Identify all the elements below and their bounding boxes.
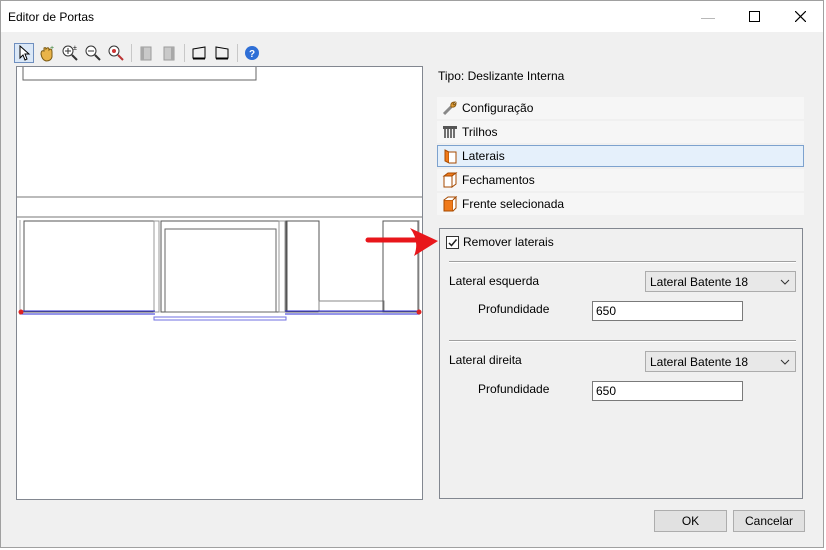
- remover-laterais-checkbox[interactable]: [446, 236, 459, 249]
- lateral-esquerda-label: Lateral esquerda: [449, 274, 540, 288]
- select-arrow-icon: [19, 45, 31, 61]
- separator-line: [449, 261, 796, 263]
- lateral-direita-value: Lateral Batente 18: [650, 354, 749, 369]
- rail-lower: [153, 316, 287, 321]
- ok-button[interactable]: OK: [654, 510, 727, 532]
- closing-panel-icon: [442, 172, 458, 188]
- section-nav: Configuração Trilhos Laterais Fechamento…: [437, 97, 804, 217]
- select-tool-button[interactable]: [14, 43, 34, 63]
- minimize-icon: —: [701, 8, 715, 25]
- lateral-esquerda-value: Lateral Batente 18: [650, 274, 749, 289]
- toolbar-separator: [184, 44, 185, 62]
- rail-end-right: [416, 309, 422, 315]
- nav-label: Laterais: [462, 149, 505, 163]
- remover-laterais-label[interactable]: Remover laterais: [463, 235, 554, 249]
- window-title: Editor de Portas: [8, 10, 95, 24]
- chevron-down-icon: [780, 359, 790, 365]
- nav-item-fechamentos[interactable]: Fechamentos: [437, 169, 804, 191]
- toolbar-separator: [131, 44, 132, 62]
- nav-label: Fechamentos: [462, 173, 535, 187]
- lateral-direita-label: Lateral direita: [449, 353, 522, 367]
- help-icon: ?: [245, 46, 259, 60]
- front-panel-icon: [442, 196, 458, 212]
- red-arrow-annotation: [365, 228, 438, 256]
- chevron-down-icon: [780, 279, 790, 285]
- maximize-icon: [748, 11, 760, 22]
- help-button[interactable]: ?: [242, 43, 262, 63]
- checkmark-icon: [448, 239, 458, 247]
- door-panel-1: [23, 220, 155, 313]
- panel-left-icon: [140, 46, 152, 61]
- shape-left-icon: [192, 46, 206, 60]
- zoom-fit-button[interactable]: [106, 43, 126, 63]
- profundidade-esquerda-input[interactable]: 650: [592, 301, 743, 321]
- rail-box: [318, 300, 385, 313]
- panel-right-icon: [163, 46, 175, 61]
- side-panel-icon: [442, 148, 458, 164]
- wrench-icon: [442, 100, 458, 116]
- profundidade-esquerda-value: 650: [596, 304, 617, 318]
- zoom-in-icon: ±: [62, 45, 78, 61]
- lateral-direita-select[interactable]: Lateral Batente 18: [645, 351, 796, 372]
- shape-right-button[interactable]: [212, 43, 232, 63]
- door-drawing: [17, 67, 422, 321]
- rail-end-left: [18, 309, 24, 315]
- door-divider-1: [153, 220, 160, 313]
- zoom-out-icon: [85, 45, 101, 61]
- nav-item-configuracao[interactable]: Configuração: [437, 97, 804, 119]
- shape-left-button[interactable]: [189, 43, 209, 63]
- separator-line: [449, 340, 796, 342]
- profundidade-esquerda-label: Profundidade: [478, 302, 550, 316]
- close-icon: [794, 11, 806, 22]
- close-button[interactable]: [777, 1, 823, 32]
- svg-text:?: ?: [249, 49, 255, 60]
- rails-icon: [442, 124, 458, 140]
- nav-item-trilhos[interactable]: Trilhos: [437, 121, 804, 143]
- door-panel-2-inner: [164, 228, 277, 313]
- profundidade-direita-label: Profundidade: [478, 382, 550, 396]
- door-preview-canvas[interactable]: [16, 66, 423, 500]
- zoom-out-button[interactable]: [83, 43, 103, 63]
- minimize-button[interactable]: —: [685, 1, 731, 32]
- cancel-button[interactable]: Cancelar: [733, 510, 805, 532]
- nav-label: Frente selecionada: [462, 197, 565, 211]
- door-panel-2: [160, 220, 287, 313]
- profundidade-direita-input[interactable]: 650: [592, 381, 743, 401]
- nav-label: Trilhos: [462, 125, 498, 139]
- lateral-esquerda-select[interactable]: Lateral Batente 18: [645, 271, 796, 292]
- door-panel-3: [286, 220, 320, 313]
- nav-label: Configuração: [462, 101, 534, 115]
- door-divider-2: [278, 220, 286, 313]
- top-profile: [22, 67, 257, 81]
- toolbar: + ± ?: [14, 41, 265, 65]
- maximize-button[interactable]: [731, 1, 777, 32]
- svg-text:+: +: [50, 45, 54, 52]
- svg-text:±: ±: [73, 45, 77, 52]
- tipo-label: Tipo: Deslizante Interna: [438, 69, 565, 83]
- pan-hand-icon: +: [40, 45, 54, 62]
- title-bar: Editor de Portas —: [1, 1, 823, 32]
- zoom-fit-icon: [108, 45, 124, 61]
- zoom-in-button[interactable]: ±: [60, 43, 80, 63]
- profundidade-direita-value: 650: [596, 384, 617, 398]
- nav-item-frente-selecionada[interactable]: Frente selecionada: [437, 193, 804, 215]
- panel-right-button[interactable]: [159, 43, 179, 63]
- panel-left-button[interactable]: [136, 43, 156, 63]
- toolbar-separator: [237, 44, 238, 62]
- pan-tool-button[interactable]: +: [37, 43, 57, 63]
- nav-item-laterais[interactable]: Laterais: [437, 145, 804, 167]
- shape-right-icon: [215, 46, 229, 60]
